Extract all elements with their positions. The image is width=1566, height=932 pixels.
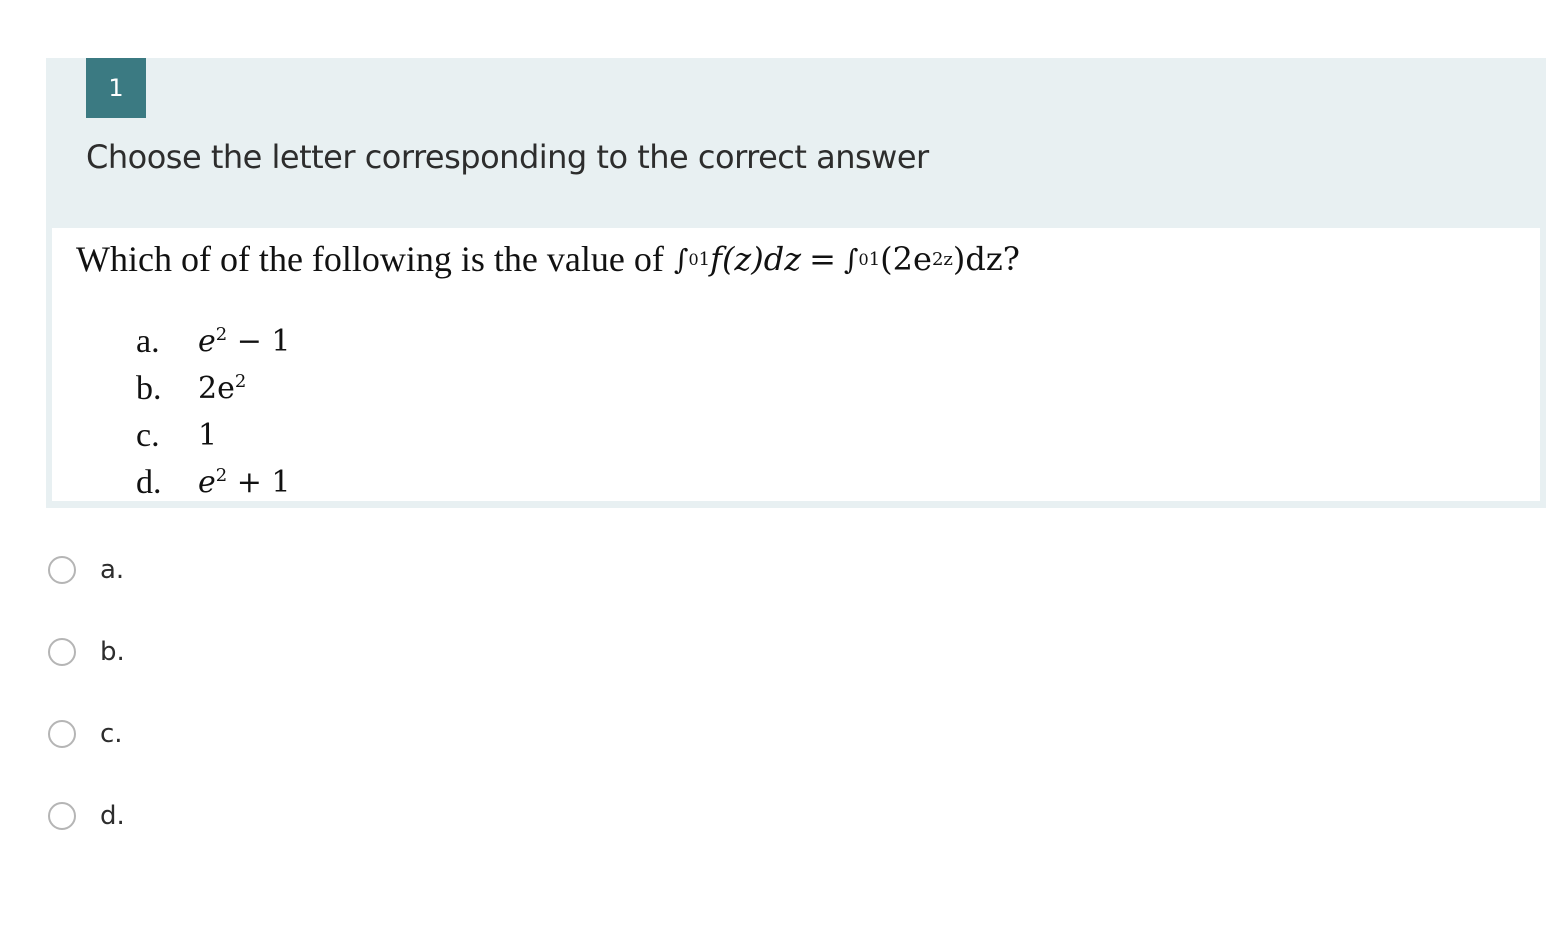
choice-item: a. e2 − 1 — [136, 318, 291, 365]
choice-letter: a. — [136, 322, 160, 360]
choice-exponent: 2 — [234, 371, 247, 392]
choice-list: a. e2 − 1 b. 2e2 c. 1 d. e2 + 1 — [136, 318, 291, 506]
choice-item: c. 1 — [136, 412, 291, 459]
radio-button[interactable] — [48, 720, 76, 748]
answer-options: a. b. c. d. — [48, 555, 125, 883]
choice-exponent: 2 — [215, 324, 228, 345]
answer-label[interactable]: a. — [100, 555, 124, 585]
choice-rest: + 1 — [227, 465, 291, 500]
choice-base: e — [198, 324, 216, 359]
right-integral: ∫ 0 1 — [843, 242, 881, 276]
choice-item: b. 2e2 — [136, 365, 291, 412]
answer-label[interactable]: b. — [100, 637, 125, 667]
left-lower-limit: 0 — [688, 249, 699, 269]
choice-item: d. e2 + 1 — [136, 459, 291, 506]
radio-button[interactable] — [48, 802, 76, 830]
choice-expression: e2 + 1 — [198, 465, 291, 500]
choice-base: e — [198, 465, 216, 500]
radio-button[interactable] — [48, 638, 76, 666]
answer-option-a[interactable]: a. — [48, 555, 125, 637]
left-integrand: f(z)dz — [710, 240, 802, 278]
question-card: 1 Choose the letter corresponding to the… — [46, 58, 1546, 508]
choice-base: 1 — [198, 418, 218, 453]
radio-button[interactable] — [48, 556, 76, 584]
choice-expression: e2 − 1 — [198, 324, 291, 359]
right-integrand-suffix: )dz? — [952, 240, 1020, 278]
right-exponent: 2z — [931, 248, 953, 270]
question-stem: Which of of the following is the value o… — [76, 238, 1020, 280]
question-stem-text: Which of of the following is the value o… — [76, 239, 664, 279]
answer-option-b[interactable]: b. — [48, 637, 125, 719]
answer-option-c[interactable]: c. — [48, 719, 125, 801]
choice-letter: c. — [136, 416, 160, 454]
question-body: Which of of the following is the value o… — [52, 228, 1540, 501]
choice-expression: 2e2 — [198, 371, 246, 406]
integral-equation: ∫ 0 1 f(z)dz = ∫ 0 1 (2e 2z)dz? — [674, 240, 1020, 278]
choice-rest: − 1 — [227, 324, 291, 359]
choice-letter: d. — [136, 463, 162, 501]
left-upper-limit: 1 — [698, 248, 711, 270]
question-number-badge: 1 — [86, 58, 146, 118]
right-lower-limit: 0 — [858, 249, 869, 269]
choice-exponent: 2 — [215, 465, 228, 486]
answer-label[interactable]: d. — [100, 801, 125, 831]
choice-base: 2e — [198, 371, 235, 406]
left-integral: ∫ 0 1 — [673, 242, 711, 276]
choice-expression: 1 — [198, 418, 217, 453]
answer-label[interactable]: c. — [100, 719, 123, 749]
choice-letter: b. — [136, 369, 162, 407]
right-upper-limit: 1 — [868, 248, 881, 270]
question-instruction: Choose the letter corresponding to the c… — [86, 138, 929, 176]
equals-sign: = — [809, 240, 836, 278]
right-integrand-prefix: (2e — [880, 240, 932, 278]
answer-option-d[interactable]: d. — [48, 801, 125, 883]
